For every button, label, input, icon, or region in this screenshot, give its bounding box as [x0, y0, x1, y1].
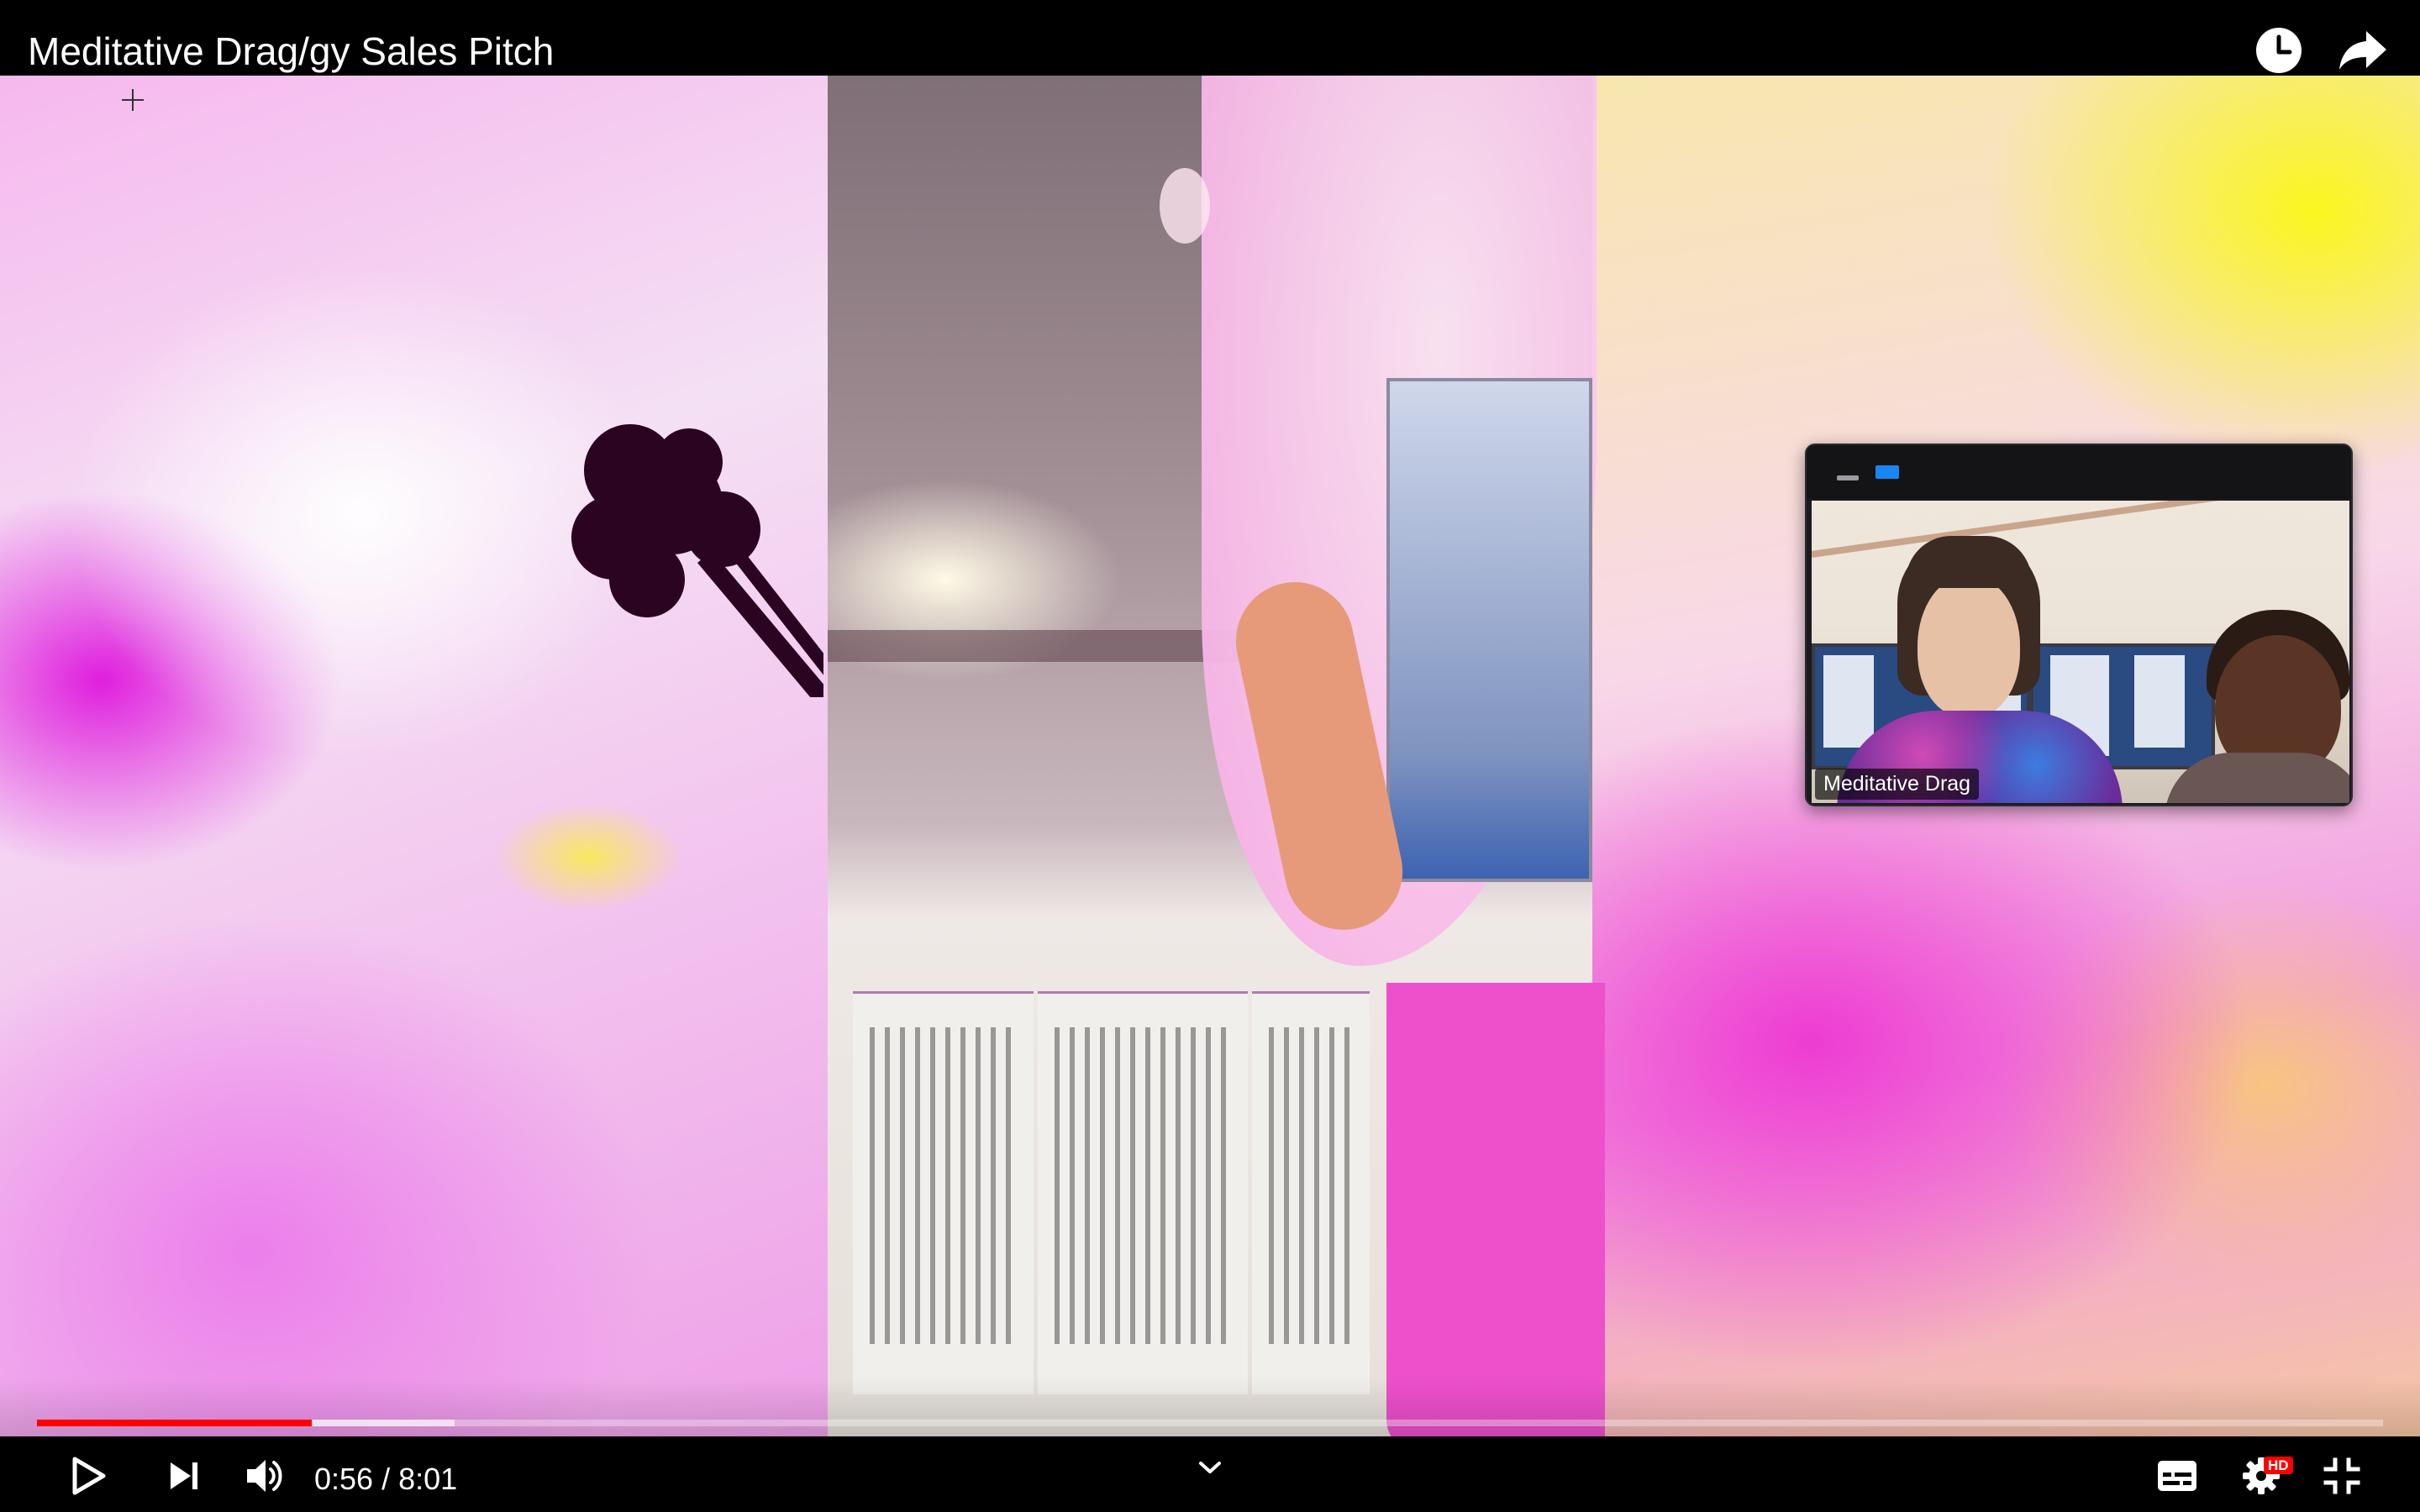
hd-badge: HD [2264, 1457, 2293, 1474]
exit-fullscreen-button[interactable] [2312, 1446, 2371, 1505]
time-display: 0:56/8:01 [314, 1462, 457, 1497]
video-player[interactable]: Meditative Drag/gy Sales Pitch Meditativ… [0, 0, 2420, 1512]
view-toggle-button[interactable] [1876, 465, 1899, 479]
poster-shape [1038, 991, 1248, 1394]
expand-chevron-button[interactable] [1181, 1438, 1239, 1497]
ceiling-light-shape [1160, 168, 1210, 244]
control-bar: 0:56/8:01 HD [0, 1436, 2420, 1512]
flower-silhouette-image [571, 424, 823, 697]
title-bar: Meditative Drag/gy Sales Pitch [0, 0, 2420, 76]
poster-shape [1252, 991, 1370, 1394]
pink-blob-shape [1386, 983, 1605, 1436]
poster-shape [853, 991, 1034, 1394]
captions-icon [2158, 1461, 2196, 1491]
volume-icon [247, 1460, 282, 1492]
clock-icon[interactable] [2254, 25, 2304, 76]
share-arrow-icon[interactable] [2338, 25, 2388, 76]
settings-button[interactable]: HD [2232, 1446, 2293, 1505]
next-button[interactable] [155, 1446, 213, 1505]
participant-face [1918, 575, 2020, 717]
meeting-video-feed: Meditative Drag [1812, 501, 2349, 803]
next-icon [171, 1462, 197, 1489]
minimize-button[interactable] [1837, 475, 1859, 480]
video-art-left-panel [0, 76, 828, 1436]
time-separator: / [381, 1462, 391, 1496]
play-button[interactable] [59, 1446, 118, 1505]
chevron-down-icon [1199, 1462, 1221, 1473]
crosshair-cursor-icon [122, 89, 144, 111]
progress-played [37, 1420, 312, 1426]
meeting-toolbar [1807, 445, 2351, 499]
participant-name-label: Meditative Drag [1815, 769, 1980, 800]
duration: 8:01 [398, 1462, 458, 1496]
captions-button[interactable] [2148, 1446, 2207, 1505]
ceiling-beam-shape [828, 630, 1265, 662]
current-time: 0:56 [314, 1462, 374, 1496]
progress-bar[interactable] [37, 1420, 2383, 1426]
screen-shape [1386, 378, 1592, 882]
play-icon [72, 1457, 106, 1495]
volume-button[interactable] [235, 1446, 294, 1505]
video-title[interactable]: Meditative Drag/gy Sales Pitch [28, 29, 554, 74]
exit-fullscreen-icon [2323, 1457, 2360, 1494]
meeting-video-thumbnail[interactable]: Meditative Drag [1805, 444, 2353, 806]
